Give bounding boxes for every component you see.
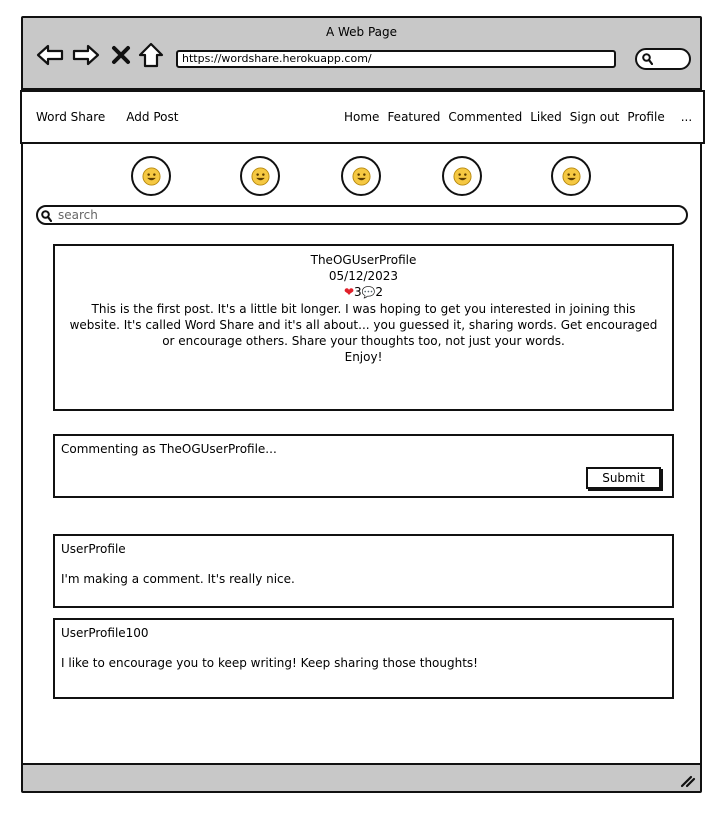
smiley-face-icon: [562, 167, 581, 186]
browser-window: A Web Page https://wordshare.herokuapp.c…: [20, 16, 705, 793]
submit-button[interactable]: Submit: [586, 467, 661, 489]
post-stats: ❤3💬2: [55, 284, 672, 301]
browser-search-button[interactable]: [635, 48, 691, 70]
nav-link-featured[interactable]: Featured: [387, 110, 440, 124]
nav-link-home[interactable]: Home: [344, 110, 379, 124]
address-bar[interactable]: https://wordshare.herokuapp.com/: [176, 50, 616, 68]
home-icon[interactable]: [137, 42, 165, 68]
back-arrow-icon[interactable]: [36, 42, 64, 68]
brand-link[interactable]: Word Share: [36, 110, 105, 124]
comment-author[interactable]: UserProfile: [61, 542, 126, 556]
comment-text: I'm making a comment. It's really nice.: [61, 572, 295, 586]
close-x-icon[interactable]: [110, 42, 132, 68]
speech-bubble-icon[interactable]: 💬: [362, 286, 376, 299]
post-body: This is the first post. It's a little bi…: [69, 302, 658, 348]
comment-card: UserProfile100 I like to encourage you t…: [53, 618, 674, 699]
post-card: TheOGUserProfile 05/12/2023 ❤3💬2 This is…: [53, 244, 674, 411]
search-icon: [41, 210, 52, 222]
comment-card: UserProfile I'm making a comment. It's r…: [53, 534, 674, 608]
comment-author[interactable]: UserProfile100: [61, 626, 149, 640]
search-input[interactable]: search: [36, 205, 688, 225]
resize-grip-icon[interactable]: [678, 770, 696, 788]
smiley-face-icon: [352, 167, 371, 186]
avatar[interactable]: [551, 156, 591, 196]
post-author[interactable]: TheOGUserProfile: [55, 252, 672, 268]
avatar[interactable]: [442, 156, 482, 196]
nav-link-liked[interactable]: Liked: [530, 110, 562, 124]
search-icon: [642, 53, 653, 65]
comment-form[interactable]: Commenting as TheOGUserProfile... Submit: [53, 434, 674, 498]
nav-more-menu[interactable]: ...: [681, 110, 692, 124]
comment-count: 2: [375, 285, 384, 299]
post-date: 05/12/2023: [328, 269, 399, 283]
nav-link-sign-out[interactable]: Sign out: [570, 110, 620, 124]
add-post-link[interactable]: Add Post: [126, 110, 178, 124]
site-navbar: Word Share Add Post Home Featured Commen…: [20, 90, 705, 144]
like-count: 3: [354, 285, 362, 299]
avatar[interactable]: [341, 156, 381, 196]
search-placeholder: search: [58, 208, 98, 222]
nav-link-profile[interactable]: Profile: [627, 110, 664, 124]
smiley-face-icon: [453, 167, 472, 186]
smiley-face-icon: [251, 167, 270, 186]
avatar[interactable]: [131, 156, 171, 196]
avatar[interactable]: [240, 156, 280, 196]
forward-arrow-icon[interactable]: [72, 42, 100, 68]
browser-toolbar: A Web Page https://wordshare.herokuapp.c…: [23, 18, 700, 90]
comment-input-label[interactable]: Commenting as TheOGUserProfile...: [61, 442, 277, 456]
nav-link-commented[interactable]: Commented: [448, 110, 522, 124]
post-closing: Enjoy!: [344, 350, 383, 364]
comment-text: I like to encourage you to keep writing!…: [61, 656, 478, 670]
smiley-face-icon: [142, 167, 161, 186]
window-title: A Web Page: [325, 25, 398, 39]
heart-icon[interactable]: ❤: [344, 285, 354, 299]
browser-status-bar: [23, 763, 700, 791]
